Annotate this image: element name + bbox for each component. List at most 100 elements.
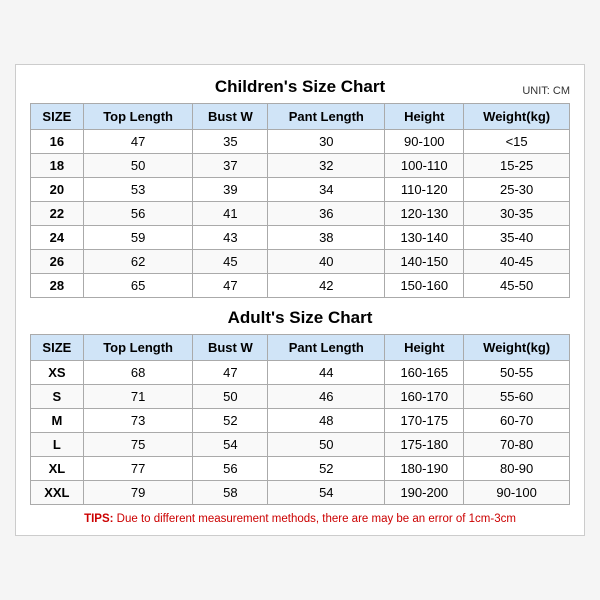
data-cell: 55-60 — [464, 385, 570, 409]
data-cell: 190-200 — [385, 481, 464, 505]
data-cell: 70-80 — [464, 433, 570, 457]
data-cell: 40-45 — [464, 250, 570, 274]
adult-header-top-length: Top Length — [83, 335, 193, 361]
children-header-top-length: Top Length — [83, 104, 193, 130]
adult-size-table: SIZE Top Length Bust W Pant Length Heigh… — [30, 334, 570, 505]
data-cell: 39 — [193, 178, 268, 202]
size-cell: M — [31, 409, 84, 433]
adult-title-row: Adult's Size Chart — [30, 308, 570, 328]
data-cell: 71 — [83, 385, 193, 409]
size-cell: 16 — [31, 130, 84, 154]
table-row: L755450175-18070-80 — [31, 433, 570, 457]
data-cell: 43 — [193, 226, 268, 250]
unit-label: UNIT: CM — [522, 85, 570, 97]
data-cell: 50 — [268, 433, 385, 457]
data-cell: 34 — [268, 178, 385, 202]
children-header-pant-length: Pant Length — [268, 104, 385, 130]
data-cell: 79 — [83, 481, 193, 505]
table-row: 18503732100-11015-25 — [31, 154, 570, 178]
data-cell: 25-30 — [464, 178, 570, 202]
data-cell: 175-180 — [385, 433, 464, 457]
children-header-size: SIZE — [31, 104, 84, 130]
data-cell: 170-175 — [385, 409, 464, 433]
children-chart-title: Children's Size Chart — [215, 77, 385, 97]
table-row: XL775652180-19080-90 — [31, 457, 570, 481]
data-cell: 15-25 — [464, 154, 570, 178]
table-row: 20533934110-12025-30 — [31, 178, 570, 202]
table-row: XXL795854190-20090-100 — [31, 481, 570, 505]
data-cell: 54 — [268, 481, 385, 505]
data-cell: 59 — [83, 226, 193, 250]
data-cell: 56 — [83, 202, 193, 226]
chart-container: Children's Size Chart UNIT: CM SIZE Top … — [15, 64, 585, 536]
data-cell: 30 — [268, 130, 385, 154]
size-cell: XS — [31, 361, 84, 385]
size-cell: 22 — [31, 202, 84, 226]
tips-text: Due to different measurement methods, th… — [113, 513, 515, 525]
tips-label: TIPS: — [84, 513, 113, 525]
data-cell: 53 — [83, 178, 193, 202]
size-cell: 18 — [31, 154, 84, 178]
data-cell: 90-100 — [385, 130, 464, 154]
children-header-bust-w: Bust W — [193, 104, 268, 130]
data-cell: 52 — [193, 409, 268, 433]
table-row: 24594338130-14035-40 — [31, 226, 570, 250]
data-cell: 35-40 — [464, 226, 570, 250]
data-cell: 150-160 — [385, 274, 464, 298]
data-cell: 110-120 — [385, 178, 464, 202]
data-cell: 160-165 — [385, 361, 464, 385]
children-header-weight: Weight(kg) — [464, 104, 570, 130]
data-cell: 60-70 — [464, 409, 570, 433]
data-cell: 62 — [83, 250, 193, 274]
data-cell: 80-90 — [464, 457, 570, 481]
data-cell: 47 — [193, 361, 268, 385]
data-cell: 36 — [268, 202, 385, 226]
adult-header-row: SIZE Top Length Bust W Pant Length Heigh… — [31, 335, 570, 361]
data-cell: 32 — [268, 154, 385, 178]
data-cell: <15 — [464, 130, 570, 154]
data-cell: 54 — [193, 433, 268, 457]
data-cell: 100-110 — [385, 154, 464, 178]
table-row: 22564136120-13030-35 — [31, 202, 570, 226]
data-cell: 160-170 — [385, 385, 464, 409]
tips-row: TIPS: Due to different measurement metho… — [30, 513, 570, 525]
adult-header-pant-length: Pant Length — [268, 335, 385, 361]
data-cell: 35 — [193, 130, 268, 154]
data-cell: 58 — [193, 481, 268, 505]
data-cell: 90-100 — [464, 481, 570, 505]
data-cell: 50 — [193, 385, 268, 409]
adult-header-bust-w: Bust W — [193, 335, 268, 361]
children-size-table: SIZE Top Length Bust W Pant Length Heigh… — [30, 103, 570, 298]
table-row: XS684744160-16550-55 — [31, 361, 570, 385]
data-cell: 120-130 — [385, 202, 464, 226]
data-cell: 50-55 — [464, 361, 570, 385]
adult-chart-title: Adult's Size Chart — [228, 308, 373, 328]
size-cell: 28 — [31, 274, 84, 298]
size-cell: XXL — [31, 481, 84, 505]
size-cell: L — [31, 433, 84, 457]
data-cell: 42 — [268, 274, 385, 298]
data-cell: 40 — [268, 250, 385, 274]
data-cell: 41 — [193, 202, 268, 226]
data-cell: 37 — [193, 154, 268, 178]
adult-header-height: Height — [385, 335, 464, 361]
data-cell: 47 — [193, 274, 268, 298]
table-row: 26624540140-15040-45 — [31, 250, 570, 274]
size-cell: 26 — [31, 250, 84, 274]
adult-section: Adult's Size Chart SIZE Top Length Bust … — [30, 308, 570, 505]
children-title-row: Children's Size Chart UNIT: CM — [30, 77, 570, 97]
size-cell: 20 — [31, 178, 84, 202]
data-cell: 75 — [83, 433, 193, 457]
size-cell: S — [31, 385, 84, 409]
children-header-height: Height — [385, 104, 464, 130]
data-cell: 30-35 — [464, 202, 570, 226]
table-row: S715046160-17055-60 — [31, 385, 570, 409]
data-cell: 44 — [268, 361, 385, 385]
data-cell: 77 — [83, 457, 193, 481]
data-cell: 140-150 — [385, 250, 464, 274]
data-cell: 50 — [83, 154, 193, 178]
data-cell: 52 — [268, 457, 385, 481]
data-cell: 45-50 — [464, 274, 570, 298]
data-cell: 130-140 — [385, 226, 464, 250]
data-cell: 73 — [83, 409, 193, 433]
